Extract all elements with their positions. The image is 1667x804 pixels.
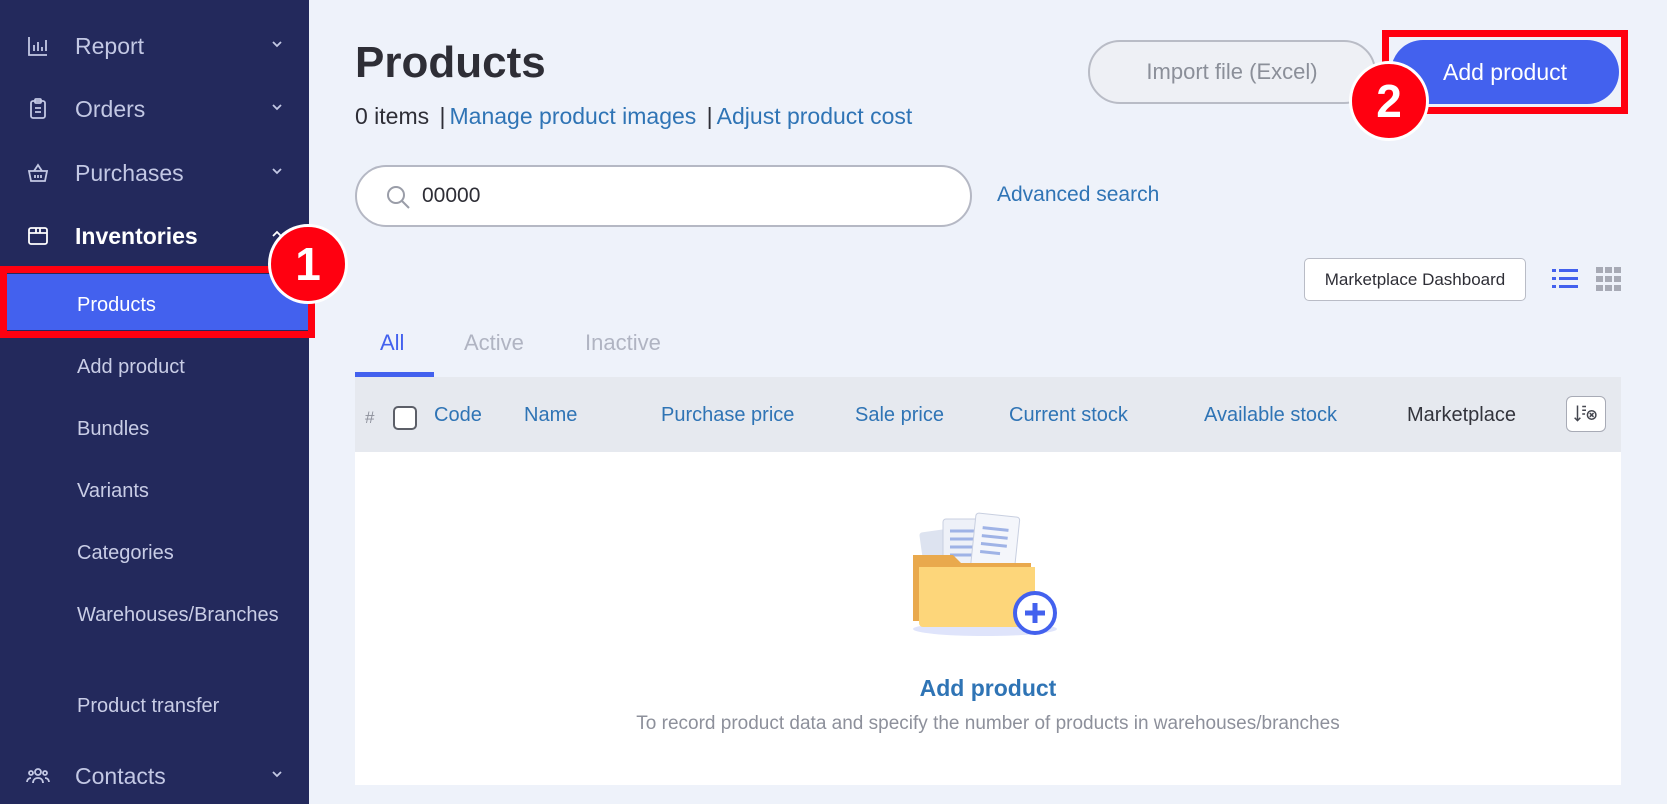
sidebar-item-label: Variants xyxy=(77,480,149,502)
sidebar-group-contacts[interactable]: Contacts xyxy=(0,751,309,801)
highlight-box-step-1 xyxy=(0,266,315,338)
grid-view-icon[interactable] xyxy=(1596,267,1622,291)
page-title: Products xyxy=(355,38,546,87)
empty-folder-icon xyxy=(913,512,1057,636)
sidebar-item-label: Bundles xyxy=(77,418,150,440)
adjust-cost-link[interactable]: Adjust product cost xyxy=(717,103,913,129)
sidebar-item-label: Warehouses/Branches xyxy=(77,604,279,626)
advanced-search-link[interactable]: Advanced search xyxy=(997,183,1159,207)
list-view-icon[interactable] xyxy=(1552,267,1578,291)
column-name[interactable]: Name xyxy=(524,404,577,427)
sidebar-group-label: Purchases xyxy=(75,159,184,186)
clipboard-icon xyxy=(30,98,46,119)
sidebar-item-add-product[interactable]: Add product xyxy=(0,336,309,392)
column-code[interactable]: Code xyxy=(434,404,482,427)
search-icon xyxy=(387,186,410,209)
sidebar-group-label: Inventories xyxy=(75,222,198,249)
sidebar-item-warehouses[interactable]: Warehouses/Branches xyxy=(0,584,309,664)
empty-state-description: To record product data and specify the n… xyxy=(636,713,1340,734)
status-tabs: All Active Inactive xyxy=(355,322,1621,378)
tab-active[interactable]: Active xyxy=(464,330,524,356)
bar-chart-icon xyxy=(28,37,47,56)
search-box xyxy=(355,165,972,227)
column-available-stock[interactable]: Available stock xyxy=(1204,404,1337,427)
sidebar-item-categories[interactable]: Categories xyxy=(0,522,309,578)
sidebar-item-product-transfer[interactable]: Product transfer xyxy=(0,675,309,731)
manage-images-link[interactable]: Manage product images xyxy=(450,103,697,129)
products-table: # Code Name Purchase price Sale price Cu… xyxy=(355,377,1621,785)
column-sale-price[interactable]: Sale price xyxy=(855,404,944,427)
users-icon xyxy=(26,768,50,784)
sidebar-item-bundles[interactable]: Bundles xyxy=(0,398,309,454)
item-count: 0 items xyxy=(355,103,430,129)
import-excel-button[interactable]: Import file (Excel) xyxy=(1088,40,1376,104)
step-badge-1: 1 xyxy=(268,224,348,304)
marketplace-dashboard-button[interactable]: Marketplace Dashboard xyxy=(1304,258,1526,301)
sidebar: Report Orders Purchases Inventories Prod… xyxy=(0,0,309,804)
sidebar-item-label: Categories xyxy=(77,542,174,564)
table-header: # Code Name Purchase price Sale price Cu… xyxy=(355,377,1621,452)
sort-settings-icon xyxy=(1574,405,1597,422)
sidebar-item-label: Add product xyxy=(77,356,185,378)
search-input[interactable] xyxy=(422,181,942,211)
column-purchase-price[interactable]: Purchase price xyxy=(661,404,794,427)
hash-column: # xyxy=(365,408,375,427)
sidebar-group-orders[interactable]: Orders xyxy=(0,84,309,134)
empty-state-title[interactable]: Add product xyxy=(355,675,1621,702)
sidebar-group-label: Orders xyxy=(75,95,146,122)
sidebar-group-inventories[interactable]: Inventories xyxy=(0,211,309,261)
chevron-down-icon xyxy=(272,771,282,778)
chevron-down-icon xyxy=(272,104,282,111)
sidebar-group-purchases[interactable]: Purchases xyxy=(0,148,309,198)
column-current-stock[interactable]: Current stock xyxy=(1009,404,1128,427)
box-icon xyxy=(28,227,48,245)
sidebar-item-variants[interactable]: Variants xyxy=(0,460,309,516)
sidebar-item-label: Product transfer xyxy=(77,695,220,717)
separator: | xyxy=(706,103,713,129)
column-settings-button[interactable] xyxy=(1566,396,1606,432)
chevron-down-icon xyxy=(272,168,282,175)
sidebar-group-label: Contacts xyxy=(75,762,166,789)
tab-inactive[interactable]: Inactive xyxy=(585,330,661,356)
select-all-checkbox[interactable] xyxy=(393,406,417,430)
chevron-down-icon xyxy=(272,41,282,48)
column-marketplace: Marketplace xyxy=(1407,404,1516,426)
page-subline: 0 items | Manage product images | Adjust p… xyxy=(355,103,912,130)
basket-icon xyxy=(27,163,49,182)
sidebar-group-label: Report xyxy=(75,32,145,59)
sidebar-group-report[interactable]: Report xyxy=(0,21,309,71)
separator: | xyxy=(439,103,446,129)
step-badge-2: 2 xyxy=(1349,61,1429,141)
tab-all[interactable]: All xyxy=(380,330,404,356)
